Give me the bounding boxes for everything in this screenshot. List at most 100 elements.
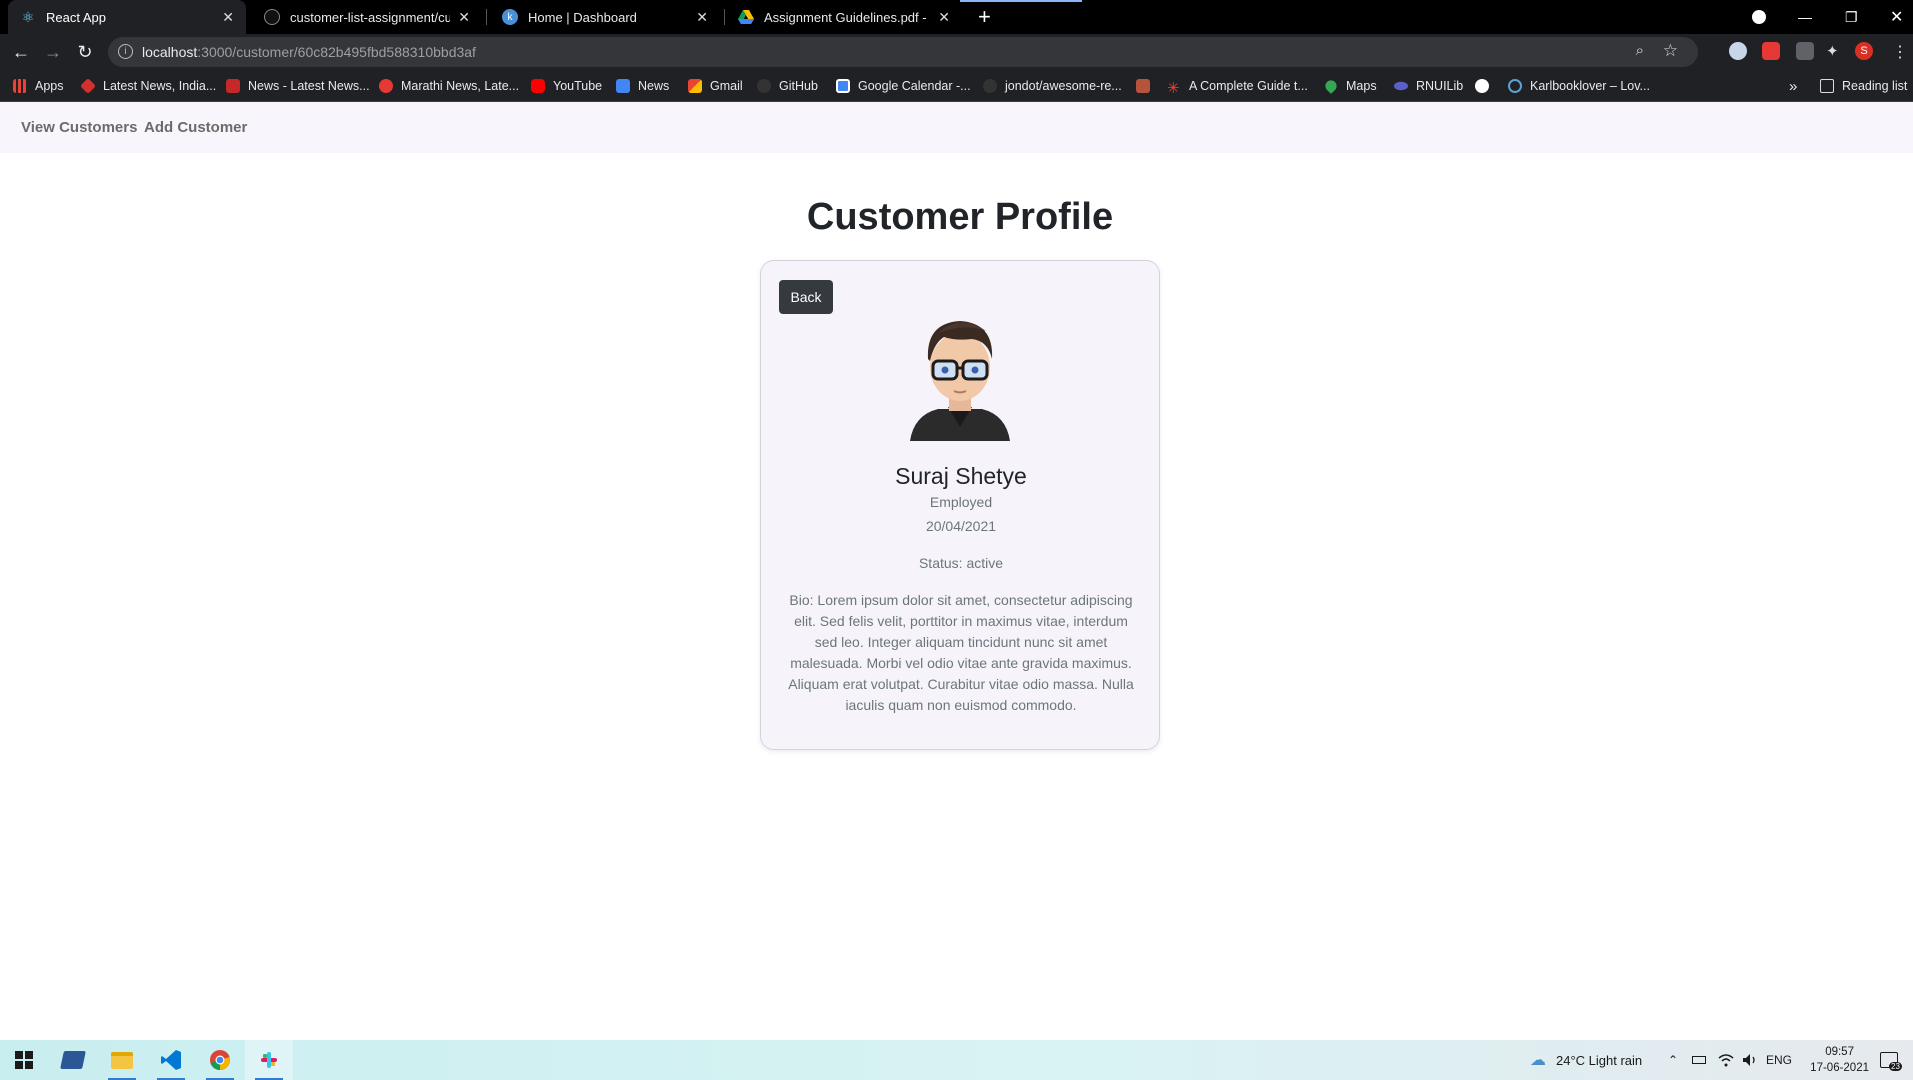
bookmark-rnuilib[interactable]: RNUILib <box>1394 70 1463 102</box>
url-text[interactable]: localhost:3000/customer/60c82b495fbd5883… <box>142 44 476 60</box>
customer-profile-card: Back Suraj Shetye Employed 20/04/2021 St… <box>760 260 1160 750</box>
bookmark-marathi-news[interactable]: Marathi News, Late... <box>379 70 519 102</box>
bookmark-unlabeled-1[interactable] <box>1136 70 1158 102</box>
minimize-icon[interactable]: — <box>1798 0 1812 34</box>
nav-view-customers[interactable]: View Customers <box>21 119 137 136</box>
restore-icon[interactable]: ❐ <box>1845 0 1858 34</box>
system-clock[interactable]: 09:57 17-06-2021 <box>1810 1044 1869 1076</box>
address-bar[interactable]: i localhost:3000/customer/60c82b495fbd58… <box>108 37 1698 67</box>
avatar <box>910 321 1010 441</box>
customer-date: 20/04/2021 <box>925 518 997 534</box>
browser-toolbar: ← → ↻ i localhost:3000/customer/60c82b49… <box>0 34 1913 70</box>
google-drive-icon <box>738 9 754 25</box>
tab-strip: ⚛ React App ✕ customer-list-assignment/c… <box>0 0 1913 34</box>
react-icon: ⚛ <box>21 8 35 25</box>
star-icon: ✳ <box>1167 80 1180 97</box>
tab-search-icon[interactable] <box>1752 0 1766 34</box>
loading-indicator <box>960 0 1082 2</box>
customer-bio: Bio: Lorem ipsum dolor sit amet, consect… <box>788 592 1134 713</box>
bookmark-unlabeled-2[interactable] <box>1475 70 1497 102</box>
tab-react-app[interactable]: ⚛ React App ✕ <box>8 0 246 34</box>
menu-kebab-icon[interactable]: ⋮ <box>1892 42 1910 61</box>
tab-title: React App <box>46 9 106 25</box>
toi-icon <box>226 79 240 93</box>
youtube-icon <box>531 79 545 93</box>
windows-start-icon[interactable] <box>0 1040 48 1080</box>
forward-arrow-icon[interactable]: → <box>41 40 65 64</box>
customer-employment: Employed <box>929 494 993 510</box>
site-info-icon[interactable]: i <box>118 44 133 59</box>
back-arrow-icon[interactable]: ← <box>9 40 33 64</box>
bookmark-awesome-repo[interactable]: jondot/awesome-re... <box>983 70 1122 102</box>
bookmark-latest-news-india[interactable]: Latest News, India... <box>80 70 216 102</box>
close-window-icon[interactable]: ✕ <box>1890 0 1903 34</box>
bookmark-star-icon[interactable]: ☆ <box>1663 41 1678 61</box>
extension-pen-icon[interactable] <box>1796 42 1814 60</box>
news-icon <box>379 79 393 93</box>
chevron-up-icon[interactable]: ⌃ <box>1668 1040 1678 1080</box>
weather-widget[interactable]: ☁ 24°C Light rain <box>1530 1040 1642 1080</box>
battery-icon[interactable] <box>1692 1040 1706 1080</box>
bookmark-apps[interactable]: Apps <box>13 70 64 102</box>
bookmark-toi-news[interactable]: News - Latest News... <box>226 70 370 102</box>
more-bookmarks-chevron-icon[interactable]: » <box>1789 70 1797 102</box>
bookmark-complete-guide[interactable]: ✳ A Complete Guide t... <box>1167 70 1308 102</box>
input-language[interactable]: ENG <box>1766 1040 1792 1080</box>
github-icon <box>983 79 997 93</box>
news-icon <box>80 78 96 94</box>
tab-separator <box>486 9 487 25</box>
bookmark-icon <box>1136 79 1150 93</box>
customer-name: Suraj Shetye <box>895 463 1027 489</box>
back-button[interactable]: Back <box>779 280 833 314</box>
github-icon <box>757 79 771 93</box>
tab-separator <box>724 9 725 25</box>
maps-icon <box>1323 78 1339 94</box>
tab-github[interactable]: customer-list-assignment/custon ✕ <box>252 0 482 34</box>
bookmark-google-news[interactable]: News <box>616 70 669 102</box>
calendar-icon <box>836 79 850 93</box>
reading-list-icon <box>1820 79 1834 93</box>
extension-circle-icon[interactable] <box>1729 42 1747 60</box>
bookmark-gmail[interactable]: Gmail <box>688 70 743 102</box>
k-logo-icon: k <box>502 9 518 25</box>
extensions-puzzle-icon[interactable]: ✦ <box>1826 42 1844 60</box>
reading-list-button[interactable]: Reading list <box>1820 70 1907 102</box>
close-tab-icon[interactable]: ✕ <box>938 9 950 26</box>
chrome-icon[interactable] <box>196 1040 244 1080</box>
close-tab-icon[interactable]: ✕ <box>696 9 708 26</box>
page-title: Customer Profile <box>806 196 1114 238</box>
reload-icon[interactable]: ↻ <box>73 40 97 64</box>
slack-icon[interactable] <box>245 1040 293 1080</box>
customer-status: Status: active <box>918 555 1004 571</box>
extension-red-icon[interactable] <box>1762 42 1780 60</box>
tab-dashboard[interactable]: k Home | Dashboard ✕ <box>490 0 720 34</box>
notification-count-badge: 23 <box>1889 1062 1902 1071</box>
powershell-icon[interactable] <box>49 1040 97 1080</box>
notifications-icon[interactable]: 23 <box>1880 1040 1902 1080</box>
bookmark-karlbooklover[interactable]: Karlbooklover – Lov... <box>1508 70 1650 102</box>
bookmark-maps[interactable]: Maps <box>1323 70 1377 102</box>
bookmarks-bar: Apps Latest News, India... News - Latest… <box>0 70 1913 102</box>
speaker-icon[interactable] <box>1742 1040 1758 1080</box>
close-tab-icon[interactable]: ✕ <box>458 9 470 26</box>
vscode-icon[interactable] <box>147 1040 195 1080</box>
bookmark-youtube[interactable]: YouTube <box>531 70 602 102</box>
new-tab-plus-icon[interactable]: + <box>978 4 991 30</box>
windows-taskbar: ☁ 24°C Light rain ⌃ ENG 09:57 17-06-2021… <box>0 1040 1913 1080</box>
zoom-icon[interactable]: ⌕ <box>1636 42 1644 59</box>
nav-add-customer[interactable]: Add Customer <box>144 119 247 136</box>
tab-title: Assignment Guidelines.pdf - Goo <box>764 9 930 25</box>
wifi-icon[interactable] <box>1718 1040 1734 1080</box>
profile-avatar[interactable]: S <box>1855 42 1873 60</box>
bookmark-google-calendar[interactable]: Google Calendar -... <box>836 70 971 102</box>
gmail-icon <box>688 79 702 93</box>
tab-assignment-guidelines[interactable]: Assignment Guidelines.pdf - Goo ✕ <box>726 0 962 34</box>
bookmark-github[interactable]: GitHub <box>757 70 818 102</box>
github-icon <box>264 9 280 25</box>
bookmark-icon <box>1508 79 1522 93</box>
apps-grid-icon <box>13 79 27 93</box>
close-tab-icon[interactable]: ✕ <box>222 9 234 26</box>
tab-title: Home | Dashboard <box>528 9 637 25</box>
file-explorer-icon[interactable] <box>98 1040 146 1080</box>
tab-title: customer-list-assignment/custon <box>290 9 451 25</box>
